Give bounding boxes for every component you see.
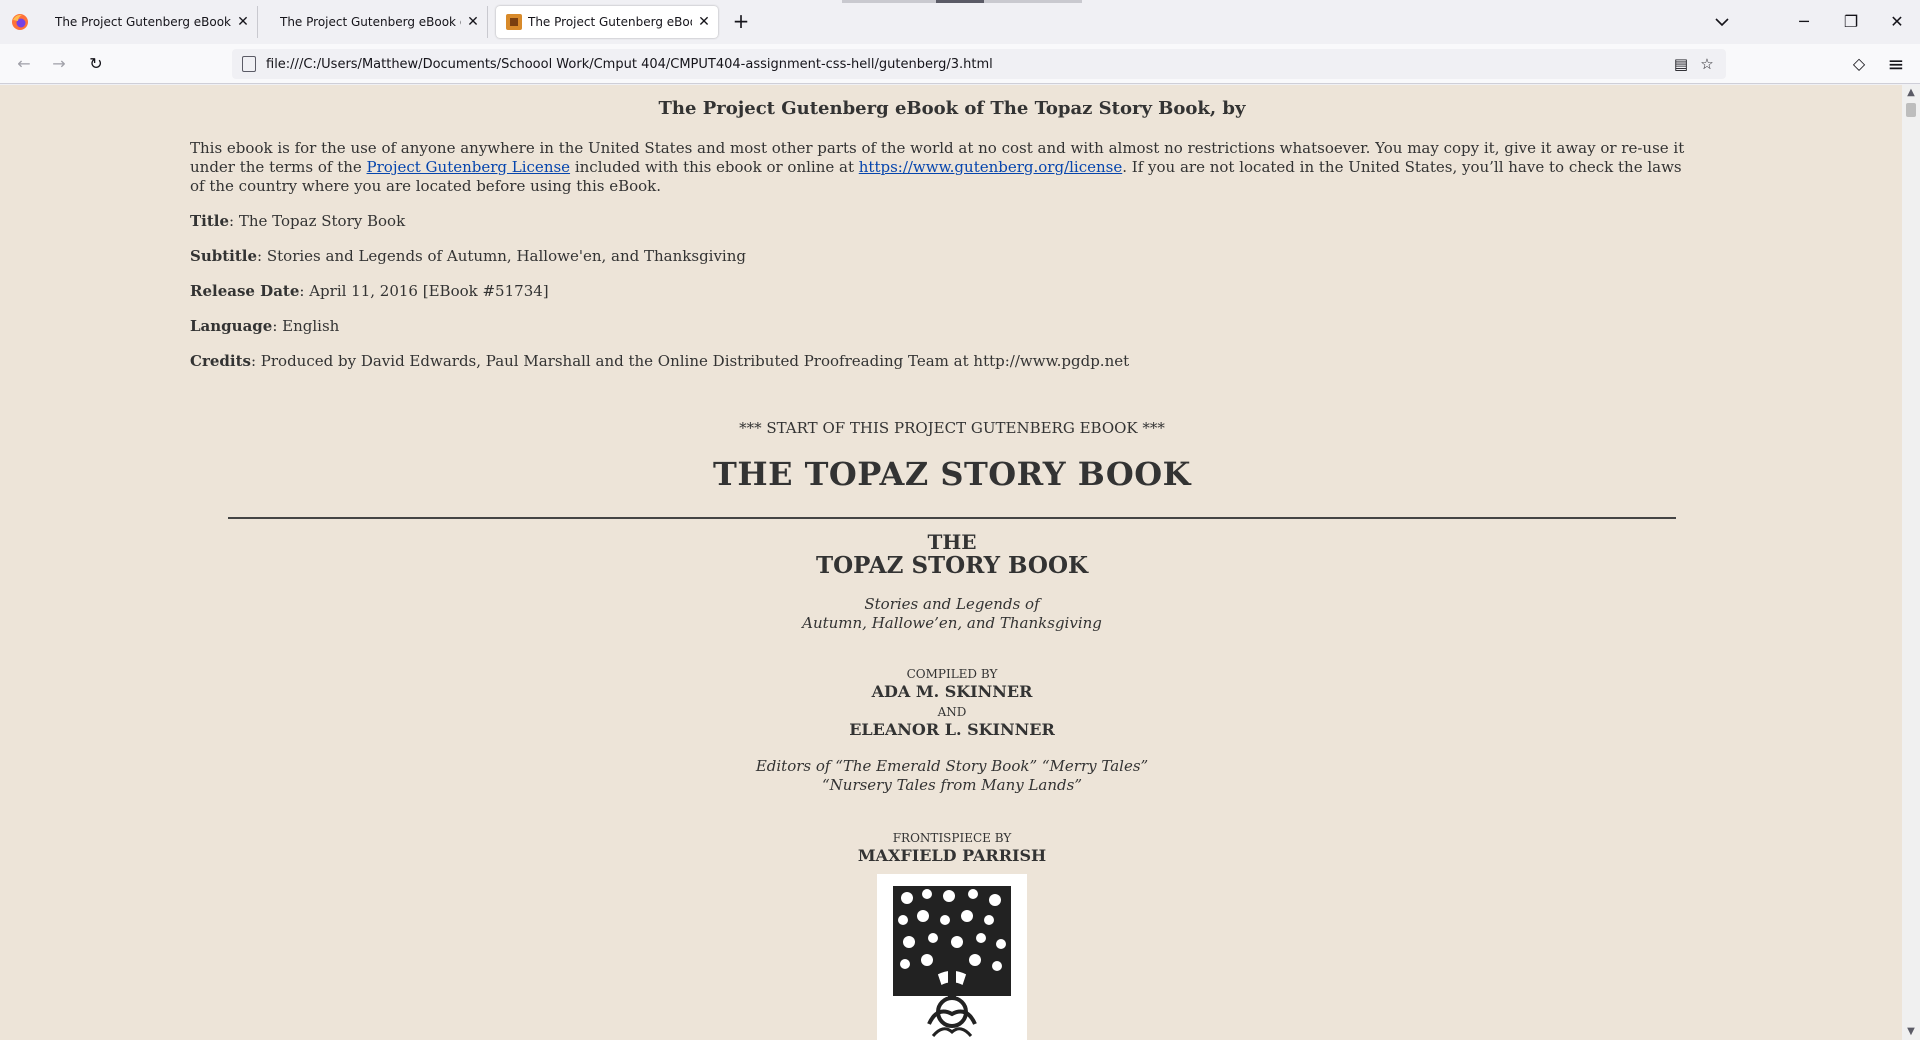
new-tab-button[interactable]: +	[729, 10, 753, 34]
url-text[interactable]: file:///C:/Users/Matthew/Documents/Schoo…	[266, 57, 1668, 72]
navigation-toolbar: ← → ↻ file:///C:/Users/Matthew/Documents…	[0, 44, 1920, 84]
scroll-up-arrow-icon[interactable]: ▲	[1902, 85, 1920, 101]
forward-button[interactable]: →	[45, 50, 73, 78]
reload-button[interactable]: ↻	[82, 50, 110, 78]
book-title: THE TOPAZ STORY BOOK	[713, 455, 1191, 493]
tab-3-active[interactable]: The Project Gutenberg eBook of ✕	[496, 6, 718, 38]
close-window-button[interactable]: ✕	[1883, 8, 1911, 36]
list-all-tabs-chevron-icon[interactable]	[1710, 10, 1734, 34]
close-icon[interactable]: ✕	[465, 14, 481, 30]
license-paragraph: This ebook is for the use of anyone anyw…	[190, 139, 1700, 196]
bookmark-star-icon[interactable]: ☆	[1694, 52, 1720, 76]
close-icon[interactable]: ✕	[235, 14, 251, 30]
url-bar[interactable]: file:///C:/Users/Matthew/Documents/Schoo…	[232, 49, 1726, 79]
editors-line-1: Editors of “The Emerald Story Book” “Mer…	[755, 757, 1149, 775]
page-content: The Project Gutenberg eBook of The Topaz…	[0, 85, 1902, 1040]
back-button[interactable]: ←	[10, 50, 38, 78]
field-value: : Produced by David Edwards, Paul Marsha…	[250, 352, 1130, 370]
firefox-logo-icon[interactable]	[10, 12, 30, 32]
restore-button[interactable]: ❐	[1837, 8, 1865, 36]
title-page-the: THE	[927, 530, 977, 554]
tab-1[interactable]: The Project Gutenberg eBook of Hel ✕	[45, 6, 258, 38]
field-label: Language	[190, 317, 273, 335]
field-label: Release Date	[190, 282, 300, 300]
subtitle-field: Subtitle: Stories and Legends of Autumn,…	[190, 247, 746, 266]
credits-field: Credits: Produced by David Edwards, Paul…	[190, 352, 1129, 371]
illustrator-name: MAXFIELD PARRISH	[857, 846, 1047, 865]
release-date-field: Release Date: April 11, 2016 [EBook #517…	[190, 282, 549, 301]
title-field: Title: The Topaz Story Book	[190, 212, 405, 231]
tree-emblem-icon	[893, 886, 1011, 1037]
scroll-down-arrow-icon[interactable]: ▼	[1902, 1024, 1920, 1040]
intro-text-2: included with this ebook or online at	[570, 158, 859, 176]
scrollbar-thumb[interactable]	[1906, 103, 1916, 117]
tab-strip: The Project Gutenberg eBook of Hel ✕ The…	[0, 0, 1920, 44]
tab-title: The Project Gutenberg eBook of Hel	[55, 15, 231, 29]
field-value: : English	[272, 317, 340, 335]
tab-title: The Project Gutenberg eBook of The	[280, 15, 461, 29]
language-field: Language: English	[190, 317, 339, 336]
menu-icon[interactable]: ≡	[1882, 50, 1910, 78]
divider	[228, 517, 1676, 519]
book-favicon-icon	[506, 14, 522, 30]
tab-2[interactable]: The Project Gutenberg eBook of The ✕	[270, 6, 488, 38]
field-value: : April 11, 2016 [EBook #51734]	[299, 282, 549, 300]
title-page-heading: TOPAZ STORY BOOK	[816, 552, 1088, 579]
reader-view-icon[interactable]: ▤	[1668, 52, 1694, 76]
minimize-button[interactable]: ─	[1790, 8, 1818, 36]
tab-overflow-indicator-active	[936, 0, 984, 3]
field-label: Subtitle	[190, 247, 258, 265]
page-title: The Project Gutenberg eBook of The Topaz…	[658, 98, 1246, 119]
editors-line-2: “Nursery Tales from Many Lands”	[821, 776, 1083, 794]
license-link[interactable]: Project Gutenberg License	[367, 158, 571, 176]
field-label: Credits	[190, 352, 251, 370]
field-label: Title	[190, 212, 230, 230]
pocket-icon[interactable]: ◇	[1845, 50, 1873, 78]
vertical-scrollbar[interactable]: ▲ ▼	[1902, 85, 1920, 1040]
title-page-subtitle-2: Autumn, Hallowe’en, and Thanksgiving	[802, 614, 1102, 632]
title-page-subtitle-1: Stories and Legends of	[864, 595, 1040, 613]
field-value: : The Topaz Story Book	[229, 212, 406, 230]
field-value: : Stories and Legends of Autumn, Hallowe…	[257, 247, 746, 265]
license-url-link[interactable]: https://www.gutenberg.org/license	[859, 158, 1123, 176]
author-1: ADA M. SKINNER	[871, 682, 1033, 701]
start-marker: *** START OF THIS PROJECT GUTENBERG EBOO…	[739, 419, 1165, 437]
frontispiece-image	[877, 874, 1027, 1040]
page-icon[interactable]	[242, 56, 256, 72]
close-icon[interactable]: ✕	[696, 14, 712, 30]
author-2: ELEANOR L. SKINNER	[849, 720, 1055, 739]
tab-title: The Project Gutenberg eBook of	[528, 15, 692, 29]
